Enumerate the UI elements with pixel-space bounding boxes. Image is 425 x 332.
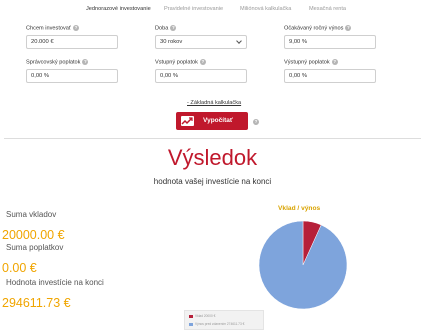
invest-label: Chcem investovať? [26,25,80,32]
basic-calculator-link[interactable]: - Základná kalkulačka [187,100,241,106]
info-icon[interactable]: ? [82,59,89,65]
legend-swatch [189,322,193,326]
deposits-label: Suma vkladov [6,210,57,219]
result-subtitle: hodnota vašej investície na konci [153,177,272,186]
chart-title: Vklad / výnos [278,205,321,212]
management-fee-label: Správcovský poplatok? [26,59,89,66]
info-icon[interactable]: ? [331,59,338,65]
deposits-value: 20000.00 € [2,228,65,242]
management-fee-input[interactable]: 0,00 % [26,69,118,83]
entry-fee-input[interactable]: 0,00 % [155,69,247,83]
investment-type-tabs: Jednorazové investovanie Pravidelné inve… [0,6,425,20]
exit-fee-label: Výstupný poplatok? [284,59,338,66]
info-icon[interactable]: ? [345,25,352,31]
invest-amount-input[interactable]: 20.000 € [26,35,118,49]
duration-label: Doba? [155,25,177,32]
chevron-down-icon [236,38,242,44]
pie-chart [258,220,348,310]
chart-legend: Vklad 20000 € Výnos pred zdanením 274611… [184,310,264,330]
entry-fee-label: Vstupný poplatok? [155,59,206,66]
tab-one-time-investment[interactable]: Jednorazové investovanie [86,6,151,12]
end-value: 294611.73 € [2,296,71,310]
legend-swatch [189,314,193,318]
info-icon[interactable]: ? [170,25,177,31]
legend-item: Vklad 20000 € [189,314,215,318]
fees-label: Suma poplatkov [6,243,64,252]
tab-monthly-annuity[interactable]: Mesačná renta [309,6,346,12]
legend-item: Výnos pred zdanením 274611.73 € [189,322,244,326]
result-title: Výsledok [167,145,258,170]
tab-regular-investment[interactable]: Pravidelné investovanie [164,6,223,12]
info-icon[interactable]: ? [199,59,206,65]
end-value-label: Hodnota investície na konci [6,278,104,287]
info-icon[interactable]: ? [73,25,80,31]
tab-million-calculator[interactable]: Miliónová kalkulačka [240,6,291,12]
chart-trend-icon [181,116,194,126]
calculate-button[interactable]: Vypočítať [176,112,248,130]
expected-return-label: Očakávaný ročný výnos? [284,25,352,32]
expected-return-input[interactable]: 9,00 % [284,35,376,49]
duration-select[interactable]: 30 rokov [155,35,247,49]
info-icon[interactable]: ? [253,119,259,125]
fees-value: 0.00 € [2,261,37,275]
divider [4,138,421,139]
exit-fee-input[interactable]: 0,00 % [284,69,376,83]
pie-slice-1[interactable] [258,220,348,310]
